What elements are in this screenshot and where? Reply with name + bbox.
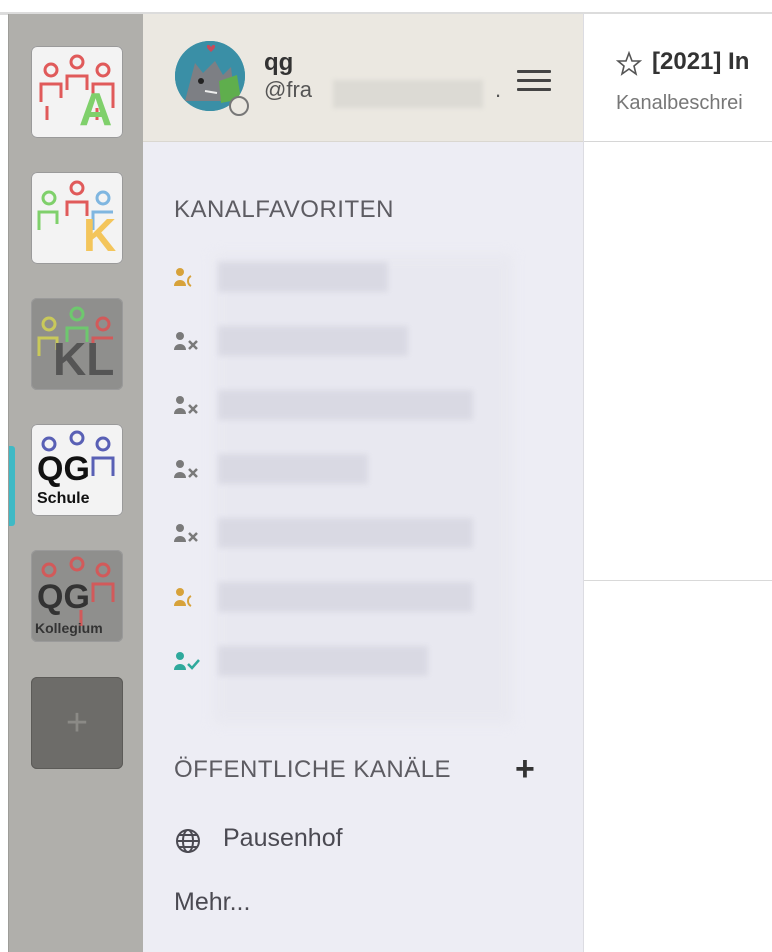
favorite-channel[interactable] xyxy=(173,576,543,616)
favorite-channel[interactable] xyxy=(173,256,543,296)
redacted-channel-name xyxy=(218,582,473,612)
team-icon-qg-kollegium[interactable]: QG Kollegium xyxy=(31,550,123,642)
divider xyxy=(584,580,772,581)
redacted-channel-name xyxy=(218,518,473,548)
hamburger-menu-icon[interactable] xyxy=(517,70,551,94)
star-icon[interactable] xyxy=(616,51,642,77)
add-public-channel-button[interactable]: + xyxy=(515,752,535,786)
status-offline-icon[interactable] xyxy=(229,96,249,116)
public-channel-item[interactable]: Pausenhof xyxy=(175,822,515,862)
redacted-channel-name xyxy=(218,326,408,356)
team-icon-a[interactable]: A xyxy=(31,46,123,138)
team-icon-k[interactable]: K xyxy=(31,172,123,264)
team-subtitle: Schule xyxy=(37,490,90,507)
channel-sidebar: qg @fra . KANALFAVORITEN ÖFFENTLICHE KAN… xyxy=(143,14,584,952)
team-letter: QG xyxy=(37,450,90,488)
team-letter: KL xyxy=(53,333,115,385)
user-handle: @fra xyxy=(264,77,313,102)
username: qg xyxy=(264,49,294,76)
favorite-channel[interactable] xyxy=(173,384,543,424)
redacted-channel-name xyxy=(218,454,368,484)
sidebar-header: qg @fra . xyxy=(143,14,583,142)
team-icon-qg-schule[interactable]: QG Schule xyxy=(31,424,123,516)
favorite-channel[interactable] xyxy=(173,640,543,680)
group-offline-icon xyxy=(174,332,198,350)
group-offline-icon xyxy=(174,396,198,414)
group-online-icon xyxy=(174,652,200,670)
team-letter: A xyxy=(79,83,113,135)
public-channel-label: Pausenhof xyxy=(223,824,343,852)
redacted-channel-name xyxy=(218,390,473,420)
team-letter: K xyxy=(83,209,117,261)
add-team-button[interactable]: + xyxy=(31,677,123,769)
favorites-section-title: KANALFAVORITEN xyxy=(174,196,394,223)
user-handle-suffix: . xyxy=(495,77,502,102)
public-channels-section-title: ÖFFENTLICHE KANÄLE xyxy=(174,756,452,783)
globe-icon xyxy=(176,829,200,853)
redacted-channel-name xyxy=(218,262,388,292)
group-offline-icon xyxy=(174,524,198,542)
channel-title[interactable]: [2021] In xyxy=(652,48,749,76)
favorite-channel[interactable] xyxy=(173,448,543,488)
team-subtitle: Kollegium xyxy=(35,620,103,636)
team-active-indicator xyxy=(9,446,15,526)
group-offline-icon xyxy=(174,460,198,478)
favorite-channel[interactable] xyxy=(173,512,543,552)
redacted-channel-name xyxy=(218,646,428,676)
team-letter: QG xyxy=(37,578,90,616)
channel-view: [2021] In Kanalbeschrei xyxy=(584,14,772,952)
group-away-icon xyxy=(174,588,192,607)
group-away-icon xyxy=(174,268,192,287)
more-channels-link[interactable]: Mehr... xyxy=(174,888,250,917)
channel-header: [2021] In Kanalbeschrei xyxy=(584,14,772,142)
redacted-handle xyxy=(333,80,483,108)
team-icon-kl[interactable]: KL xyxy=(31,298,123,390)
favorite-channel[interactable] xyxy=(173,320,543,360)
channel-description: Kanalbeschrei xyxy=(616,92,743,114)
team-sidebar: A K KL QG Schule QG Kollegium + xyxy=(8,14,144,952)
